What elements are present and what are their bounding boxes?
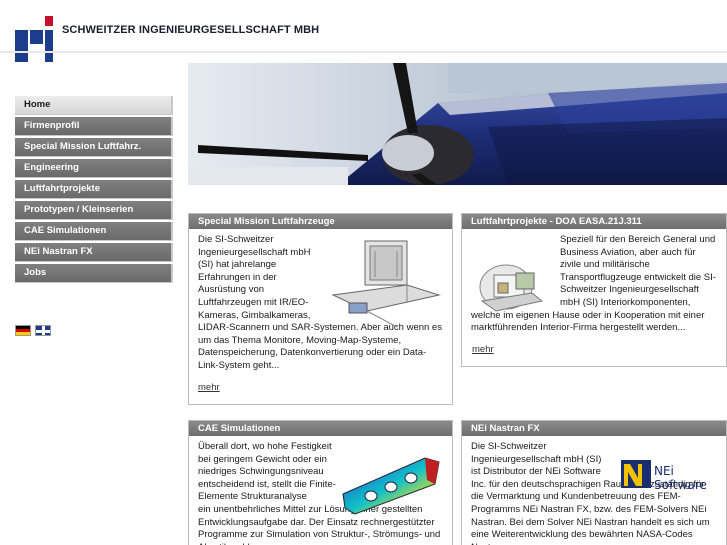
main-navigation: Home Firmenprofil Special Mission Luftfa… (15, 96, 173, 285)
box-text-indented: Speziell für den Bereich General und Bus… (560, 234, 716, 308)
box-text: LIDAR-Scannern und SAR-Systemen. Aber au… (198, 322, 442, 371)
aircraft-propeller-illustration (188, 63, 727, 185)
box-title-special-mission[interactable]: Special Mission Luftfahrzeuge (189, 214, 452, 229)
nav-item-firmenprofil[interactable]: Firmenprofil (15, 117, 173, 136)
box-nei-nastran: NEi Nastran FX NEi Software Die SI-Schwe… (461, 420, 727, 545)
company-logo[interactable] (15, 16, 55, 62)
hero-aircraft-image (188, 63, 727, 185)
fem-mesh-icon (342, 457, 440, 515)
german-flag-icon[interactable] (15, 325, 31, 336)
box-body-special-mission: Die SI-Schweitzer Ingenieurgesellschaft … (189, 229, 452, 378)
nav-item-special-mission[interactable]: Special Mission Luftfahrz. (15, 138, 173, 157)
box-text-indented: Die SI-Schweitzer Ingenieurgesellschaft … (198, 234, 311, 321)
box-luftfahrtprojekte: Luftfahrtprojekte - DOA EASA.21J.311 Spe… (461, 213, 727, 367)
company-name: SCHWEITZER INGENIEURGESELLSCHAFT MBH (62, 24, 320, 36)
logo-software-text: Software (654, 478, 707, 492)
box-title-cae-simulationen[interactable]: CAE Simulationen (189, 421, 452, 436)
nav-item-nei-nastran[interactable]: NEi Nastran FX (15, 243, 173, 262)
box-text-indented: Überall dort, wo hohe Festigkeit bei ger… (198, 441, 336, 503)
box-body-nastran: NEi Software Die SI-Schweitzer Ingenieur… (462, 436, 726, 545)
nav-item-prototypen[interactable]: Prototypen / Kleinserien (15, 201, 173, 220)
box-text-indented: Die SI-Schweitzer Ingenieurgesellschaft … (471, 441, 602, 478)
box-title-nei-nastran[interactable]: NEi Nastran FX (462, 421, 726, 436)
logo-nei-text: NEi (654, 464, 674, 478)
more-link-luftfahrtprojekte[interactable]: mehr (472, 344, 494, 355)
nav-item-jobs[interactable]: Jobs (15, 264, 173, 283)
language-switcher (15, 325, 51, 336)
header-divider (0, 51, 727, 53)
box-cae-simulationen: CAE Simulationen Überall dort, wo hohe F… (188, 420, 453, 545)
box-special-mission: Special Mission Luftfahrzeuge Die SI-Sch… (188, 213, 453, 405)
more-link-special-mission[interactable]: mehr (198, 382, 220, 393)
uk-flag-icon[interactable] (35, 325, 51, 336)
nav-item-home[interactable]: Home (15, 96, 173, 115)
nav-item-luftfahrtprojekte[interactable]: Luftfahrtprojekte (15, 180, 173, 199)
box-title-luftfahrtprojekte[interactable]: Luftfahrtprojekte - DOA EASA.21J.311 (462, 214, 726, 229)
cabin-interior-icon (479, 264, 544, 312)
box-body-luftfahrtprojekte: Speziell für den Bereich General und Bus… (462, 229, 726, 340)
camera-rack-icon (331, 240, 441, 328)
nav-item-cae-simulationen[interactable]: CAE Simulationen (15, 222, 173, 241)
box-body-cae: Überall dort, wo hohe Festigkeit bei ger… (189, 436, 452, 545)
nav-item-engineering[interactable]: Engineering (15, 159, 173, 178)
nei-software-logo: NEi Software (621, 460, 707, 492)
